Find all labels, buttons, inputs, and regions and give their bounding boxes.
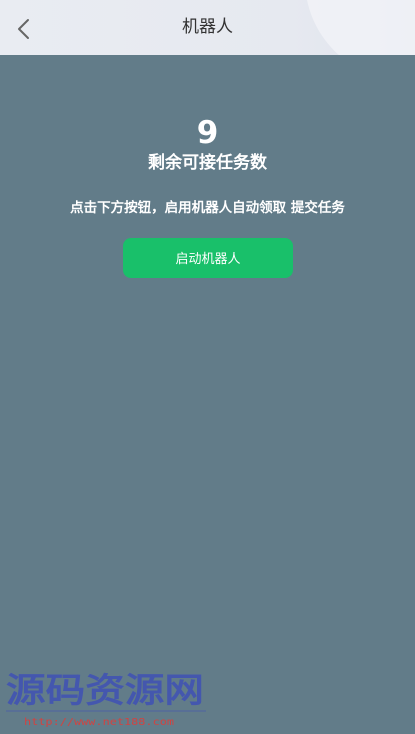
remaining-task-count: 9 — [196, 115, 219, 151]
page-title: 机器人 — [182, 17, 233, 37]
robot-instruction-text: 点击下方按钮，启用机器人自动领取 提交任务 — [70, 200, 345, 216]
remaining-task-label: 剩余可接任务数 — [148, 153, 267, 173]
header-bar: 机器人 — [0, 0, 415, 55]
start-robot-button[interactable]: 启动机器人 — [123, 238, 293, 278]
robot-panel: 9 剩余可接任务数 点击下方按钮，启用机器人自动领取 提交任务 启动机器人 — [0, 55, 415, 734]
